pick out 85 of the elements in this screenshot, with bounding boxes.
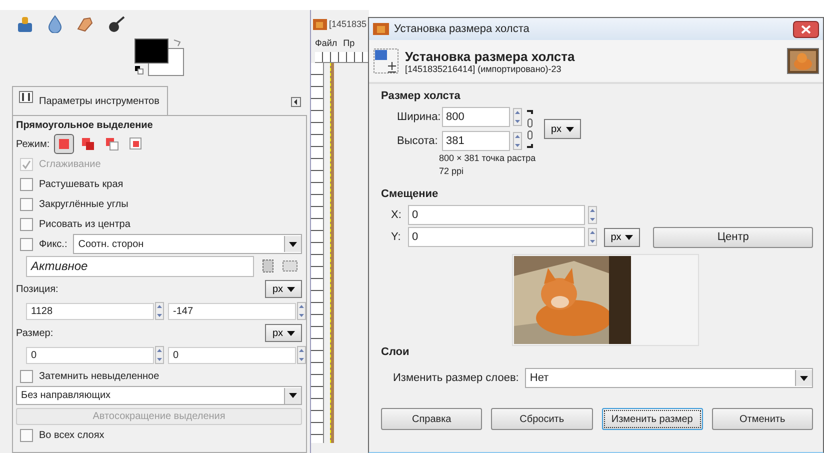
checkbox-label: Растушевать края (39, 178, 124, 190)
field-label: Позиция: (16, 284, 58, 294)
dialog-button[interactable]: Сбросить (491, 408, 592, 430)
mode-button[interactable] (54, 134, 74, 154)
number-field[interactable]: 381 (442, 131, 510, 151)
number-field[interactable]: -147 (168, 302, 296, 320)
guides-dropdown[interactable]: Без направляющих (16, 386, 302, 405)
field-label: Изменить размер слоев: (393, 372, 519, 384)
checkbox-label: Затемнить невыделенное (39, 370, 160, 382)
dialog-button[interactable]: Изменить размер (602, 408, 703, 430)
checkbox[interactable] (20, 178, 33, 190)
field-label: Ширина: (396, 111, 439, 123)
chain-icon[interactable] (526, 110, 534, 148)
number-field[interactable]: 800 (442, 107, 510, 127)
checkbox-label: Закруглённые углы (39, 198, 128, 210)
number-field[interactable]: 0 (408, 205, 585, 225)
spin-buttons[interactable] (297, 346, 306, 364)
center-button[interactable]: Центр (653, 226, 813, 248)
tool-title: Прямоугольное выделение (16, 120, 154, 133)
section-heading: Размер холста (381, 90, 462, 104)
window-title: [1451835 (329, 19, 367, 29)
checkbox[interactable] (20, 428, 33, 442)
dialog-heading: Установка размера холста (405, 48, 576, 64)
menu-item[interactable]: Пр (343, 38, 355, 52)
tool-options-icon (19, 91, 33, 103)
dialog-button[interactable]: Справка (381, 408, 482, 430)
size-info: 72 ppi (439, 165, 465, 178)
unit-dropdown[interactable]: px (265, 324, 302, 342)
number-field[interactable]: 0 (168, 346, 296, 364)
checkbox[interactable] (20, 238, 33, 250)
unit-dropdown[interactable]: px (604, 228, 640, 246)
caret-icon (287, 286, 295, 292)
close-icon[interactable] (793, 20, 819, 38)
number-field[interactable]: 1128 (26, 302, 154, 320)
section-heading: Слои (381, 346, 410, 360)
panel-tab[interactable]: Параметры инструментов (12, 86, 168, 115)
landscape-icon[interactable] (282, 260, 298, 272)
window-title: Установка размера холста (394, 23, 530, 35)
caret-icon (289, 393, 297, 398)
checkbox[interactable] (20, 198, 33, 210)
spin-buttons[interactable] (297, 302, 306, 320)
checkbox-label: Фикс.: (39, 238, 68, 250)
selection-mode-icon (56, 137, 71, 151)
checkbox-label: Сглаживание (39, 158, 101, 170)
aspect-dropdown[interactable]: Соотн. сторон (73, 234, 302, 254)
field-label: Y: (390, 231, 402, 243)
caret-icon (625, 234, 634, 240)
field-label: X: (390, 209, 402, 221)
selection-mode-icon (80, 137, 95, 151)
caret-icon (566, 126, 574, 132)
checkbox-label: Рисовать из центра (39, 218, 130, 230)
checkbox-label: Во всех слоях (39, 430, 104, 440)
canvas-size-icon (373, 48, 399, 74)
checkbox[interactable] (20, 370, 33, 382)
stamp-icon[interactable] (16, 15, 34, 33)
portrait-icon[interactable] (262, 259, 274, 273)
value-field[interactable]: Активное (26, 256, 254, 276)
unit-dropdown[interactable]: px (265, 280, 302, 298)
caret-icon (800, 376, 808, 380)
checkbox[interactable] (20, 218, 33, 230)
field-label: Размер: (16, 328, 54, 338)
mode-label: Режим: (16, 138, 50, 150)
panel-menu-icon[interactable] (291, 97, 301, 107)
brush-icon[interactable] (108, 15, 126, 33)
layers-dropdown[interactable]: Нет (524, 368, 813, 388)
dialog-button[interactable]: Отменить (712, 408, 813, 430)
number-field[interactable]: 0 (26, 346, 154, 364)
spin-buttons[interactable] (155, 346, 164, 364)
section-heading: Смещение (381, 188, 440, 202)
selection-mode-icon (128, 137, 143, 151)
image-name: [1451835216414] (импортировано)-23 (405, 64, 562, 74)
image-thumbnail-icon (313, 18, 327, 30)
caret-icon (289, 242, 297, 246)
spin-buttons[interactable] (588, 228, 597, 246)
caret-icon (287, 330, 295, 336)
selection-mode-icon (104, 137, 119, 151)
image-thumbnail-icon (373, 23, 389, 35)
number-field[interactable]: 0 (408, 227, 585, 247)
spin-buttons[interactable] (588, 206, 597, 224)
drop-icon[interactable] (48, 15, 62, 33)
spin-buttons[interactable] (155, 302, 164, 320)
menu-item[interactable]: Файл (315, 38, 338, 52)
field-label: Высота: (396, 135, 439, 147)
size-info: 800 × 381 точка растра (439, 152, 537, 165)
unit-dropdown[interactable]: px (544, 119, 581, 139)
